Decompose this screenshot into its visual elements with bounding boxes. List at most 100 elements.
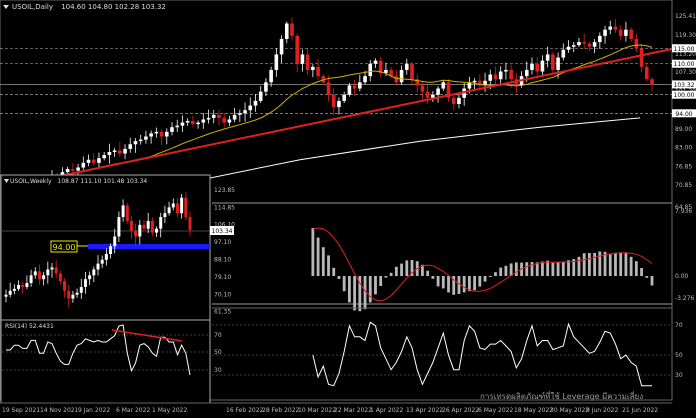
- macd-bar: [561, 262, 565, 276]
- daily-candle-body: [467, 82, 472, 89]
- daily-candle-body: [577, 42, 581, 46]
- daily-candle-body: [451, 97, 456, 104]
- macd-bar: [478, 276, 482, 287]
- daily-candle-body: [347, 85, 352, 95]
- macd-bar: [587, 253, 591, 276]
- macd-bar: [525, 262, 529, 276]
- weekly-candle-body: [96, 263, 100, 270]
- daily-ohlc: 104.60 104.80 102.28 103.32: [61, 3, 166, 11]
- weekly-inset[interactable]: 123.85114.85106.1097.1088.1079.1070.1061…: [0, 174, 235, 404]
- time-axis: 19 Sep 2021 14 Nov 2021 9 Jan 2022 6 Mar 20…: [0, 402, 672, 414]
- daily-candle-body: [217, 114, 221, 118]
- weekly-candle-body: [71, 294, 75, 299]
- weekly-candle-body: [100, 259, 104, 264]
- weekly-candle-body: [117, 217, 121, 237]
- weekly-x-tick: 6 Mar 2022: [116, 407, 150, 414]
- weekly-candle-body: [146, 220, 150, 229]
- daily-candle-body: [264, 82, 268, 92]
- daily-candle-body: [191, 121, 195, 125]
- weekly-candle-body: [142, 224, 146, 229]
- daily-candle-body: [524, 69, 529, 77]
- daily-candle-body: [337, 100, 341, 108]
- weekly-candle-body: [171, 203, 175, 208]
- daily-candle-body: [587, 43, 592, 47]
- daily-candle-body: [358, 82, 362, 89]
- daily-candle-body: [232, 114, 237, 120]
- macd-bar: [608, 253, 612, 276]
- weekly-y-tick: 88.10: [214, 257, 231, 264]
- macd-bar: [556, 262, 560, 276]
- daily-candle-body: [472, 80, 477, 83]
- weekly-candle-body: [92, 269, 96, 276]
- daily-candle-body: [170, 127, 174, 132]
- daily-x-tick: 6 May 2022: [478, 407, 513, 414]
- macd-bar: [488, 276, 492, 277]
- macd-bar: [353, 276, 357, 311]
- daily-candle-body: [556, 57, 560, 70]
- macd-bar: [504, 265, 508, 276]
- weekly-ohlc: 108.87 111.10 101.48 103.34: [58, 178, 148, 185]
- daily-candle-body: [436, 88, 440, 95]
- daily-candle-body: [629, 29, 633, 39]
- weekly-candle-body: [21, 285, 25, 287]
- daily-candle-body: [540, 60, 545, 72]
- macd-bar: [645, 276, 649, 278]
- macd-bar: [368, 276, 372, 303]
- daily-candle-body: [613, 26, 618, 30]
- daily-candle-body: [238, 113, 242, 115]
- macd-bar: [509, 263, 513, 276]
- macd-bar: [374, 276, 377, 295]
- daily-candle-body: [566, 46, 571, 50]
- daily-candle-body: [420, 85, 425, 92]
- daily-candle-body: [243, 110, 247, 114]
- daily-y-tick: 107.30: [675, 69, 696, 76]
- daily-candle-body: [211, 114, 216, 118]
- weekly-rsi-tick: 70: [214, 332, 222, 339]
- daily-candle-body: [331, 94, 336, 108]
- macd-bar: [650, 276, 654, 286]
- weekly-candle-body: [155, 228, 159, 233]
- weekly-candle-body: [125, 205, 129, 221]
- macd-y-tick: -3.276: [675, 295, 695, 302]
- weekly-candle-body: [4, 294, 8, 297]
- macd-bar: [514, 262, 518, 276]
- macd-bar: [337, 276, 341, 279]
- macd-bar: [332, 267, 336, 276]
- macd-bar: [546, 260, 550, 276]
- daily-candle-body: [488, 74, 493, 81]
- weekly-candle-body: [17, 285, 21, 289]
- macd-bar: [624, 253, 628, 276]
- weekly-level-edge: [200, 244, 210, 249]
- daily-candle-body: [592, 42, 597, 47]
- daily-candle-body: [363, 76, 367, 83]
- daily-candle-body: [65, 169, 70, 173]
- daily-y-tick: 70.85: [675, 182, 692, 189]
- daily-candle-body: [107, 152, 112, 156]
- macd-bar: [405, 260, 409, 276]
- weekly-candle-body: [63, 281, 67, 291]
- daily-candle-body: [180, 122, 185, 126]
- daily-candle-body: [404, 63, 409, 70]
- daily-candle-body: [300, 54, 305, 64]
- daily-candle-body: [493, 74, 498, 80]
- daily-candle-body: [279, 38, 284, 55]
- weekly-x-tick: 9 Jan 2022: [78, 407, 110, 414]
- daily-candle-body: [551, 54, 555, 70]
- daily-candle-body: [509, 69, 513, 80]
- daily-candle-body: [154, 131, 159, 134]
- daily-candle-body: [222, 117, 226, 123]
- daily-x-tick: 30 May 2022: [550, 407, 589, 414]
- weekly-candle-body: [29, 275, 33, 284]
- weekly-x-tick: 14 Nov 2021: [40, 407, 79, 414]
- daily-candle-body: [368, 63, 373, 77]
- macd-axis: 64.857.9360.00-3.276: [675, 204, 695, 302]
- macd-bar: [447, 276, 450, 293]
- daily-y-tick: 89.00: [675, 126, 692, 133]
- daily-candle-body: [326, 82, 331, 95]
- risk-watermark: การเทรดผลิตภัณฑ์ที่ใช้ Leverage มีความเส…: [480, 390, 643, 401]
- weekly-level-label: 94.00: [53, 243, 76, 252]
- daily-candle-body: [133, 141, 138, 145]
- macd-bar: [347, 276, 351, 303]
- time-axis-ticks: 19 Sep 2021 14 Nov 2021 9 Jan 2022 6 Mar 20…: [2, 407, 658, 414]
- daily-candle-body: [441, 82, 446, 89]
